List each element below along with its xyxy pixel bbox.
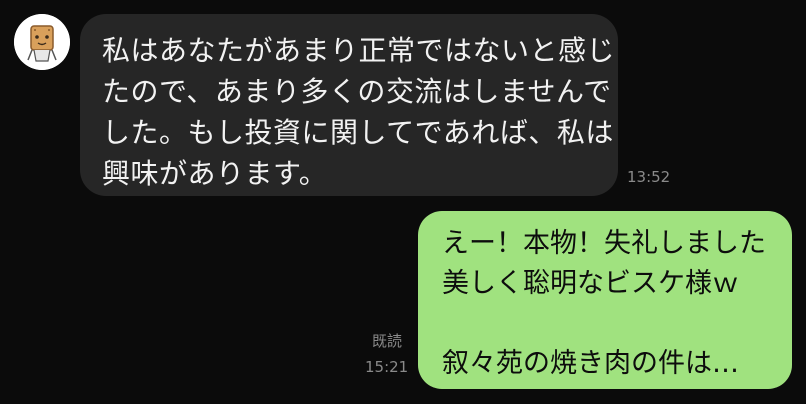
incoming-message-line: した。もし投資に関してであれば、私は	[102, 116, 614, 149]
incoming-message-line: 私はあなたがあまり正常ではないと感じ	[102, 34, 616, 67]
outgoing-message-bubble[interactable]: えー！本物！失礼しました 美しく聡明なビスケ様ｗ 叙々苑の焼き肉の件は…	[418, 211, 792, 389]
incoming-message-bubble[interactable]: 私はあなたがあまり正常ではないと感じ たので、あまり多くの交流はしませんで した…	[80, 14, 618, 196]
incoming-message-line: たので、あまり多くの交流はしませんで	[102, 75, 612, 108]
outgoing-message-line: 美しく聡明なビスケ様ｗ	[442, 268, 739, 299]
outgoing-message-line: 叙々苑の焼き肉の件は…	[442, 348, 739, 379]
biscuit-character-icon	[14, 14, 70, 70]
read-receipt: 既読	[372, 332, 403, 350]
sender-avatar[interactable]	[14, 14, 70, 70]
chat-view: 私はあなたがあまり正常ではないと感じ たので、あまり多くの交流はしませんで した…	[0, 0, 806, 404]
outgoing-message-time: 15:21	[365, 358, 409, 376]
incoming-message-time: 13:52	[627, 168, 671, 186]
outgoing-message-line: えー！本物！失礼しました	[442, 228, 766, 259]
incoming-message-line: 興味があります。	[102, 157, 328, 190]
outgoing-message-line	[442, 304, 770, 344]
